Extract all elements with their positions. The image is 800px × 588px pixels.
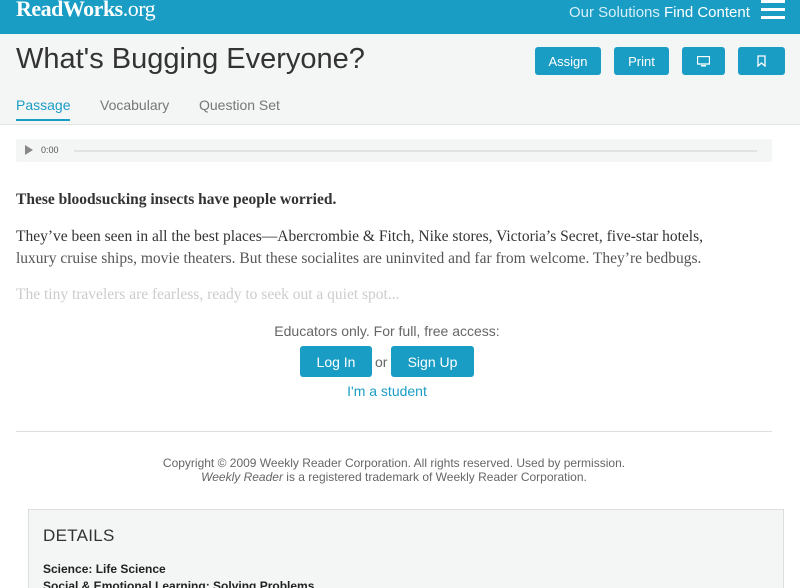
or-label: or [375, 354, 388, 370]
page-title: What's Bugging Everyone? [16, 43, 365, 75]
article-header: What's Bugging Everyone? Assign Print Pa… [0, 34, 800, 125]
details-item: Science: Life Science [43, 562, 166, 576]
log-in-button[interactable]: Log In [300, 346, 372, 377]
play-icon[interactable] [25, 145, 33, 155]
nav-our-solutions[interactable]: Our Solutions [569, 4, 660, 21]
assign-button[interactable]: Assign [535, 47, 601, 75]
top-navbar: ReadWorks.org Our Solutions Find Content [0, 0, 800, 34]
passage-text: They’ve been seen in all the best places… [16, 228, 704, 245]
details-item: Social & Emotional Learning: Solving Pro… [43, 579, 315, 588]
details-title: DETAILS [43, 526, 115, 545]
tab-vocabulary[interactable]: Vocabulary [100, 97, 169, 113]
audio-player: 0:00 [16, 139, 772, 162]
trademark-line: Weekly Reader is a registered trademark … [0, 470, 788, 484]
copyright-line: Copyright © 2009 Weekly Reader Corporati… [162, 456, 626, 470]
audio-time: 0:00 [41, 145, 59, 155]
trademark-text: is a registered trademark of Weekly Read… [282, 470, 587, 484]
educator-access-prompt: Educators only. For full, free access: [274, 323, 500, 339]
details-panel: DETAILS Science: Life Science Social & E… [28, 509, 784, 588]
tab-passage[interactable]: Passage [16, 97, 71, 121]
hamburger-menu-icon[interactable] [761, 0, 785, 20]
divider [16, 431, 772, 432]
logo-suffix: .org [122, 0, 156, 21]
tab-question-set[interactable]: Question Set [199, 97, 280, 113]
nav-find-content[interactable]: Find Content [664, 4, 750, 21]
audio-progress-track[interactable] [74, 150, 757, 152]
sign-up-button[interactable]: Sign Up [391, 346, 474, 377]
monitor-icon [697, 55, 710, 66]
passage-text-faded: The tiny travelers are fearless, ready t… [16, 286, 400, 303]
trademark-name: Weekly Reader [201, 470, 283, 484]
passage-lead: These bloodsucking insects have people w… [16, 191, 337, 208]
passage-text: luxury cruise ships, movie theaters. But… [16, 250, 702, 267]
print-button[interactable]: Print [614, 47, 669, 75]
logo-text: ReadWorks [16, 0, 123, 21]
present-button[interactable] [682, 47, 725, 75]
bookmark-icon [757, 55, 766, 67]
readworks-logo[interactable]: ReadWorks.org [16, 0, 156, 22]
student-link[interactable]: I'm a student [0, 383, 774, 399]
bookmark-button[interactable] [738, 47, 785, 75]
